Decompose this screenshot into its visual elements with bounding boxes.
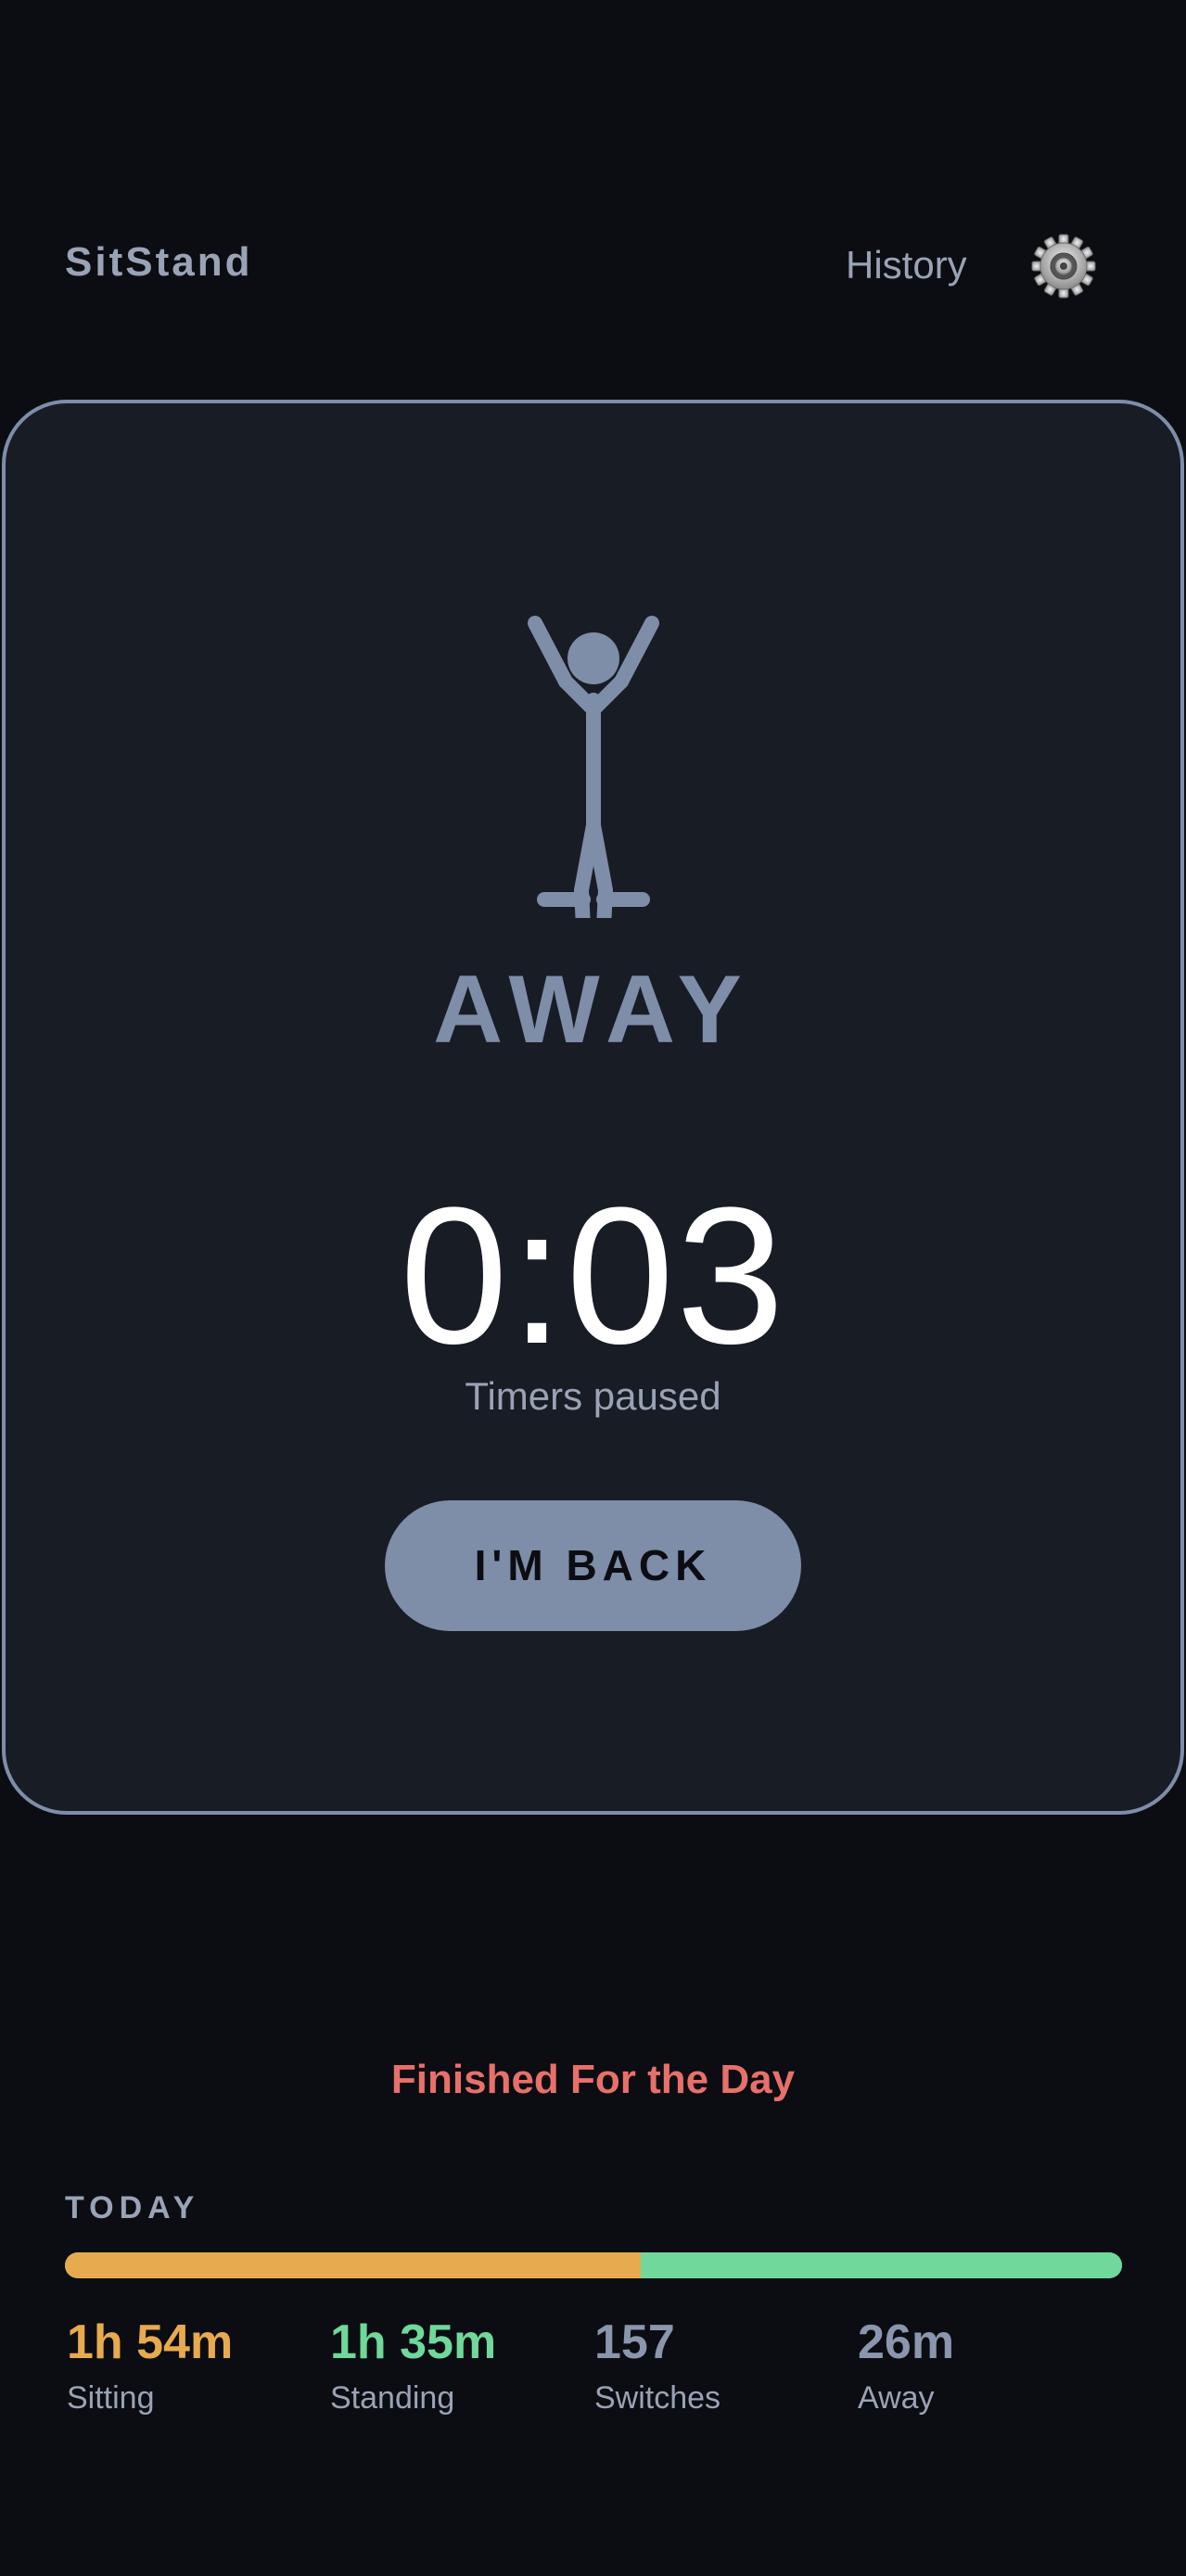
stat-label: Away (858, 2380, 935, 2417)
progress-sitting-segment (65, 2252, 642, 2278)
stick-figure-arms-up-icon (528, 616, 659, 918)
stat-sitting: 1h 54m Sitting (67, 2315, 326, 2417)
stat-value: 1h 35m (330, 2315, 497, 2369)
stat-away: 26m Away (858, 2315, 1117, 2417)
stat-value: 26m (858, 2315, 955, 2369)
status-label: AWAY (433, 956, 753, 1064)
stat-standing: 1h 35m Standing (330, 2315, 590, 2417)
today-progress-bar (65, 2252, 1122, 2278)
progress-standing-segment (641, 2252, 1122, 2278)
day-status: Finished For the Day (390, 2057, 796, 2102)
stat-value: 157 (594, 2315, 675, 2369)
stat-switches: 157 Switches (594, 2315, 854, 2417)
stat-label: Switches (594, 2380, 721, 2417)
stat-label: Standing (330, 2380, 455, 2417)
im-back-button[interactable]: I'M BACK (385, 1500, 801, 1631)
history-link[interactable]: History (846, 243, 967, 287)
app-header: SitStand History (0, 213, 1186, 325)
gear-icon[interactable] (1031, 234, 1096, 299)
stat-value: 1h 54m (67, 2315, 234, 2369)
stat-label: Sitting (67, 2380, 155, 2417)
app-title: SitStand (65, 239, 253, 285)
away-timer: 0:03 (400, 1167, 786, 1384)
today-label: TODAY (65, 2190, 200, 2225)
timer-caption: Timers paused (465, 1374, 721, 1418)
